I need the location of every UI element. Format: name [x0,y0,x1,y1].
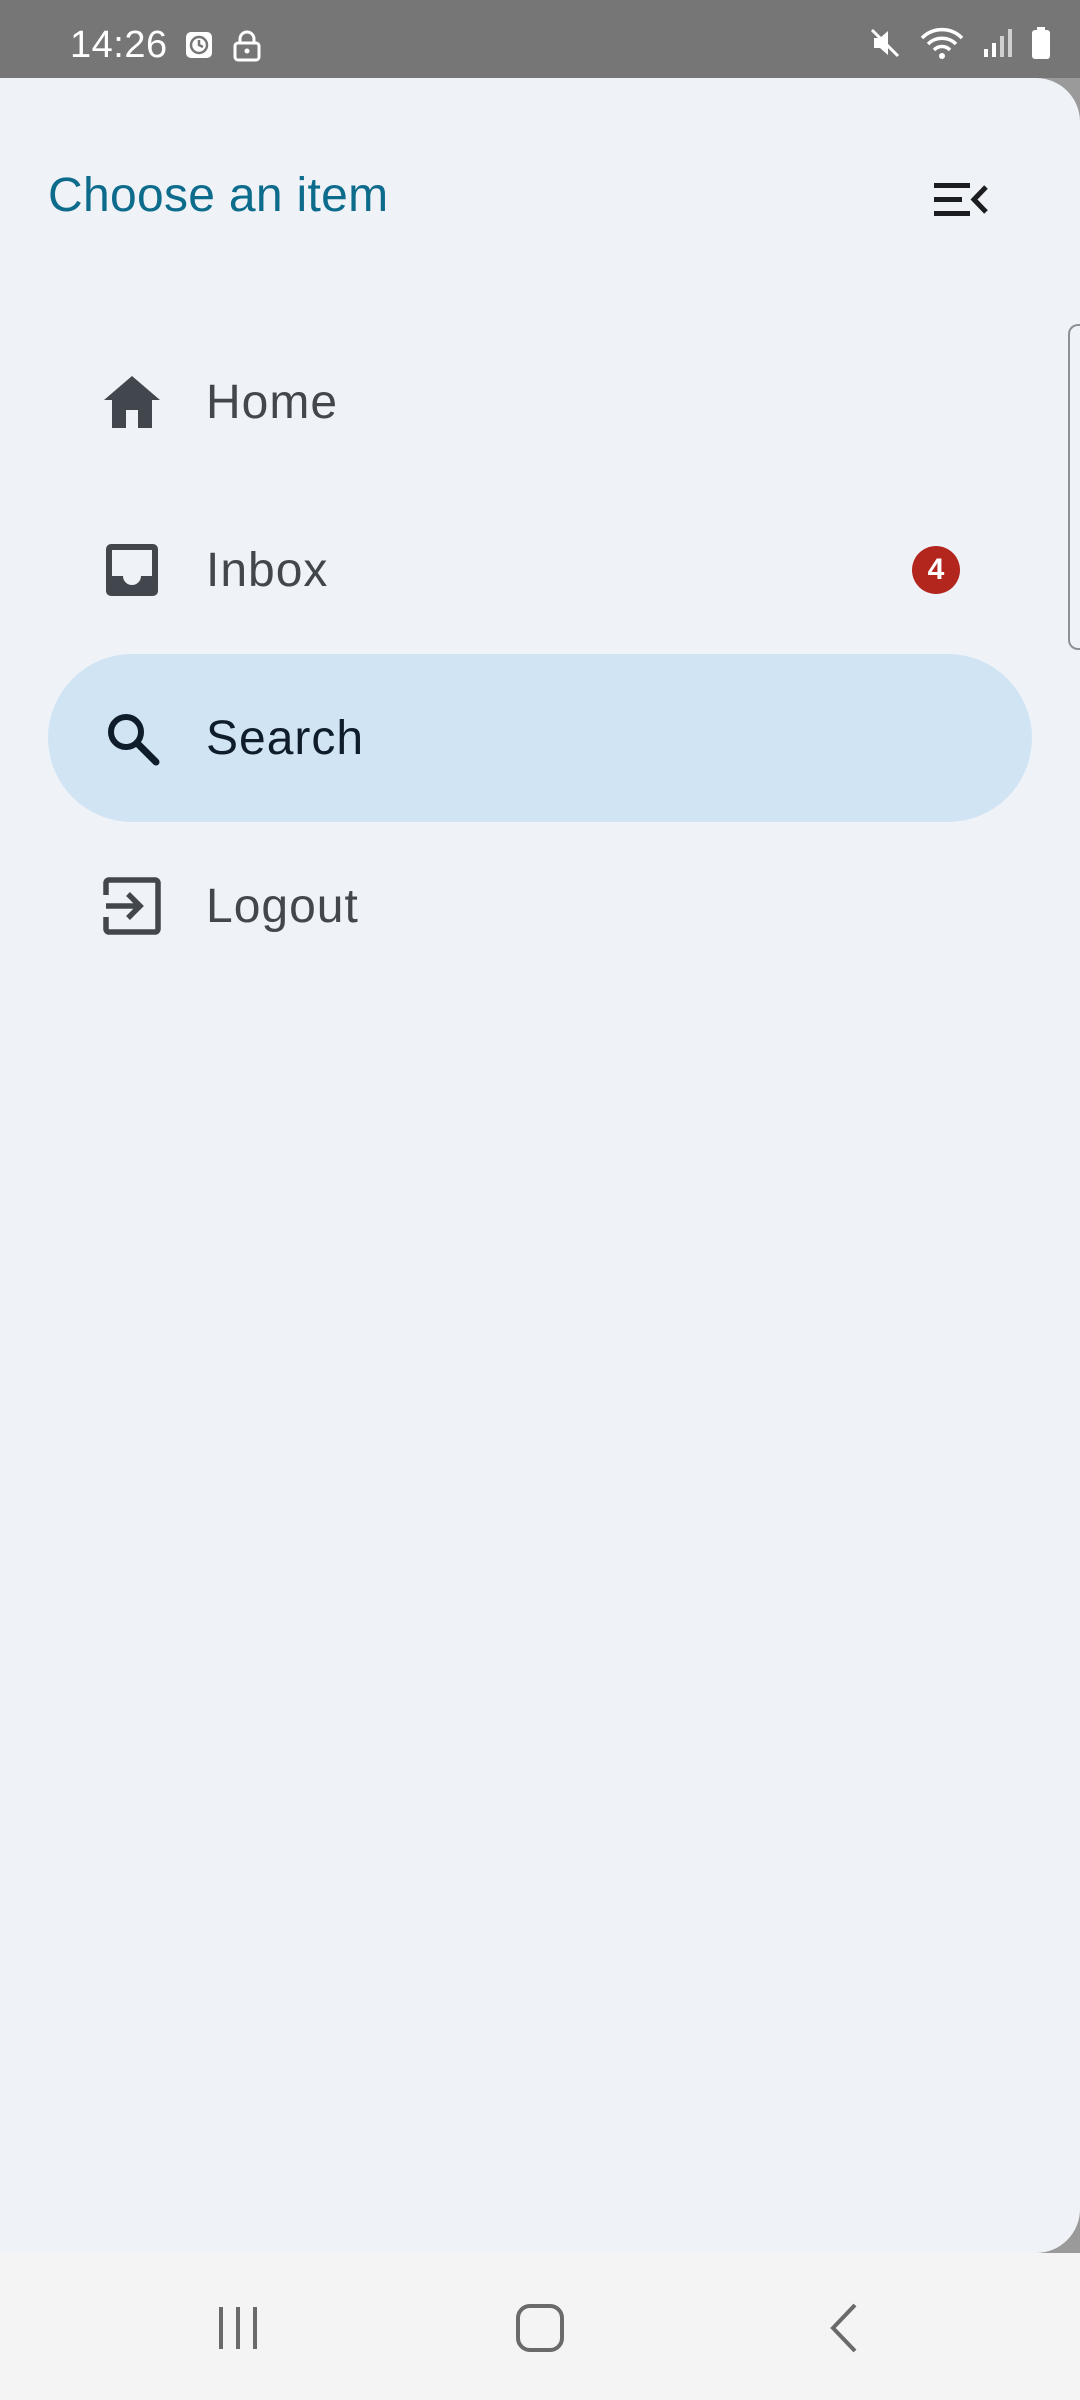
status-bar: 14:26 [0,0,1080,78]
drawer-item-label: Search [206,711,365,765]
recents-icon [219,2307,257,2349]
logout-icon [102,876,162,936]
drawer-item-search[interactable]: Search [48,654,1032,822]
home-circle-icon [516,2304,564,2352]
home-icon [102,372,162,432]
inbox-icon [102,540,162,600]
wifi-icon [920,26,964,65]
drawer-item-logout[interactable]: Logout [48,822,1032,990]
signal-icon [982,27,1012,64]
recents-button[interactable] [193,2293,283,2363]
menu-open-icon[interactable] [924,170,996,230]
drawer-item-label: Logout [206,879,359,933]
drawer-item-label: Home [206,375,339,429]
drawer-item-home[interactable]: Home [48,318,1032,486]
status-right-icons [868,26,1052,65]
drawer-item-label: Inbox [206,543,329,597]
search-icon [102,708,162,768]
navigation-drawer: Choose an item Home Inbox 4 Search Logou… [0,78,1080,2253]
home-button[interactable] [495,2293,585,2363]
drawer-item-inbox[interactable]: Inbox 4 [48,486,1032,654]
system-navigation-bar [0,2253,1080,2400]
alarm-icon [184,30,214,67]
scroll-handle[interactable] [1068,324,1080,650]
status-left-icons [184,30,262,67]
drawer-title: Choose an item [48,169,389,222]
unread-count-badge: 4 [912,546,960,594]
mute-icon [868,26,902,65]
battery-icon [1030,26,1052,65]
back-button[interactable] [800,2293,890,2363]
back-icon [830,2303,857,2353]
lock-icon [232,30,262,67]
status-time: 14:26 [70,24,168,66]
